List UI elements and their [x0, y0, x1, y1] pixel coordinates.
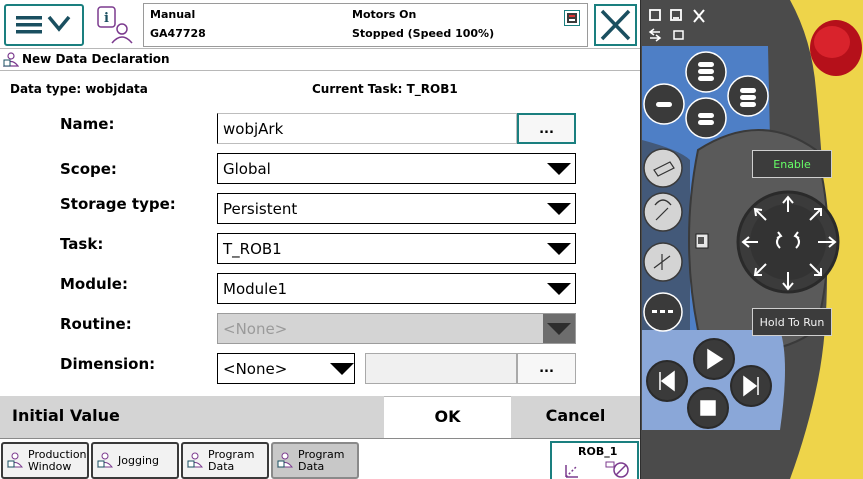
taskbar-program-data-2[interactable]: Program Data [271, 442, 359, 479]
scope-label: Scope: [60, 160, 117, 178]
svg-text:i: i [104, 11, 109, 26]
top-bar: i Manual GA47728 Motors On Stopped (Spee… [0, 0, 640, 48]
module-select-value: Module1 [223, 280, 288, 298]
status-panel[interactable]: Manual GA47728 Motors On Stopped (Speed … [143, 3, 588, 47]
hold-to-run-button[interactable]: Hold To Run [752, 308, 832, 336]
task-select-value: T_ROB1 [223, 240, 282, 258]
current-task-label: Current Task: T_ROB1 [312, 82, 458, 96]
ok-button[interactable]: OK [384, 396, 511, 438]
module-select[interactable]: Module1 [217, 273, 576, 304]
motors-state: Motors On [352, 8, 417, 21]
program-state: Stopped (Speed 100%) [352, 27, 495, 40]
module-label: Module: [60, 275, 128, 293]
chevron-down-icon [543, 314, 575, 343]
close-icon [600, 9, 631, 41]
name-input-value: wobjArk [223, 120, 284, 138]
storage-type-select-value: Persistent [223, 200, 298, 218]
taskbar-production-window[interactable]: Production Window [1, 442, 89, 479]
window-title-strip: New Data Declaration [0, 48, 640, 71]
dimension-label: Dimension: [60, 355, 156, 373]
storage-type-select[interactable]: Persistent [217, 193, 576, 224]
operating-mode: Manual [150, 8, 196, 21]
menu-icon [16, 15, 71, 34]
task-label: Task: [60, 235, 104, 253]
production-window-icon [7, 452, 23, 468]
enable-device-button[interactable]: Enable [752, 150, 832, 178]
chevron-down-icon [543, 154, 575, 183]
action-bar: Initial Value OK Cancel [0, 396, 640, 438]
program-data-icon [277, 452, 293, 468]
chevron-down-icon [543, 194, 575, 223]
cancel-button[interactable]: Cancel [511, 396, 640, 438]
chevron-down-icon [543, 234, 575, 263]
name-label: Name: [60, 115, 115, 133]
program-data-icon [3, 52, 19, 67]
taskbar: Production Window Jogging Program Data P… [0, 438, 640, 479]
taskbar-item-label: Window [28, 460, 72, 473]
storage-type-label: Storage type: [60, 195, 176, 213]
close-button[interactable] [594, 4, 637, 46]
program-data-icon [187, 452, 203, 468]
name-keyboard-button[interactable]: ... [517, 113, 576, 144]
scope-select[interactable]: Global [217, 153, 576, 184]
page-title: New Data Declaration [22, 52, 170, 66]
chevron-down-icon [543, 274, 575, 303]
dimension-select[interactable]: <None> [217, 353, 355, 384]
taskbar-jogging[interactable]: Jogging [91, 442, 179, 479]
dimension-browse-button: ... [517, 353, 576, 384]
flexpendant-body [639, 0, 862, 479]
taskbar-item-label: Jogging [118, 454, 159, 467]
taskbar-program-data-1[interactable]: Program Data [181, 442, 269, 479]
quickset-icon[interactable] [564, 10, 580, 26]
name-input[interactable]: wobjArk [217, 113, 517, 144]
data-type-label: Data type: wobjdata [10, 82, 148, 96]
dimension-select-value: <None> [223, 360, 288, 378]
abb-menu-button[interactable] [4, 4, 84, 46]
routine-select-value: <None> [223, 320, 288, 338]
task-select[interactable]: T_ROB1 [217, 233, 576, 264]
jogging-icon [97, 452, 113, 468]
taskbar-item-label: Data [298, 460, 325, 473]
controller-name: GA47728 [150, 27, 206, 40]
routine-select: <None> [217, 313, 576, 344]
event-log-icon[interactable]: i [96, 5, 136, 45]
taskbar-item-label: Data [208, 460, 235, 473]
jog-coordinates-icon [565, 461, 629, 478]
quickset-rob1-button[interactable]: ROB_1 [550, 441, 639, 479]
dimension-size-input [365, 353, 517, 384]
virtual-flexpendant: Enable Hold To Run [639, 0, 863, 479]
chevron-down-icon [326, 354, 354, 383]
scope-select-value: Global [223, 160, 271, 178]
routine-label: Routine: [60, 315, 132, 333]
initial-value-button[interactable]: Initial Value [0, 396, 384, 438]
